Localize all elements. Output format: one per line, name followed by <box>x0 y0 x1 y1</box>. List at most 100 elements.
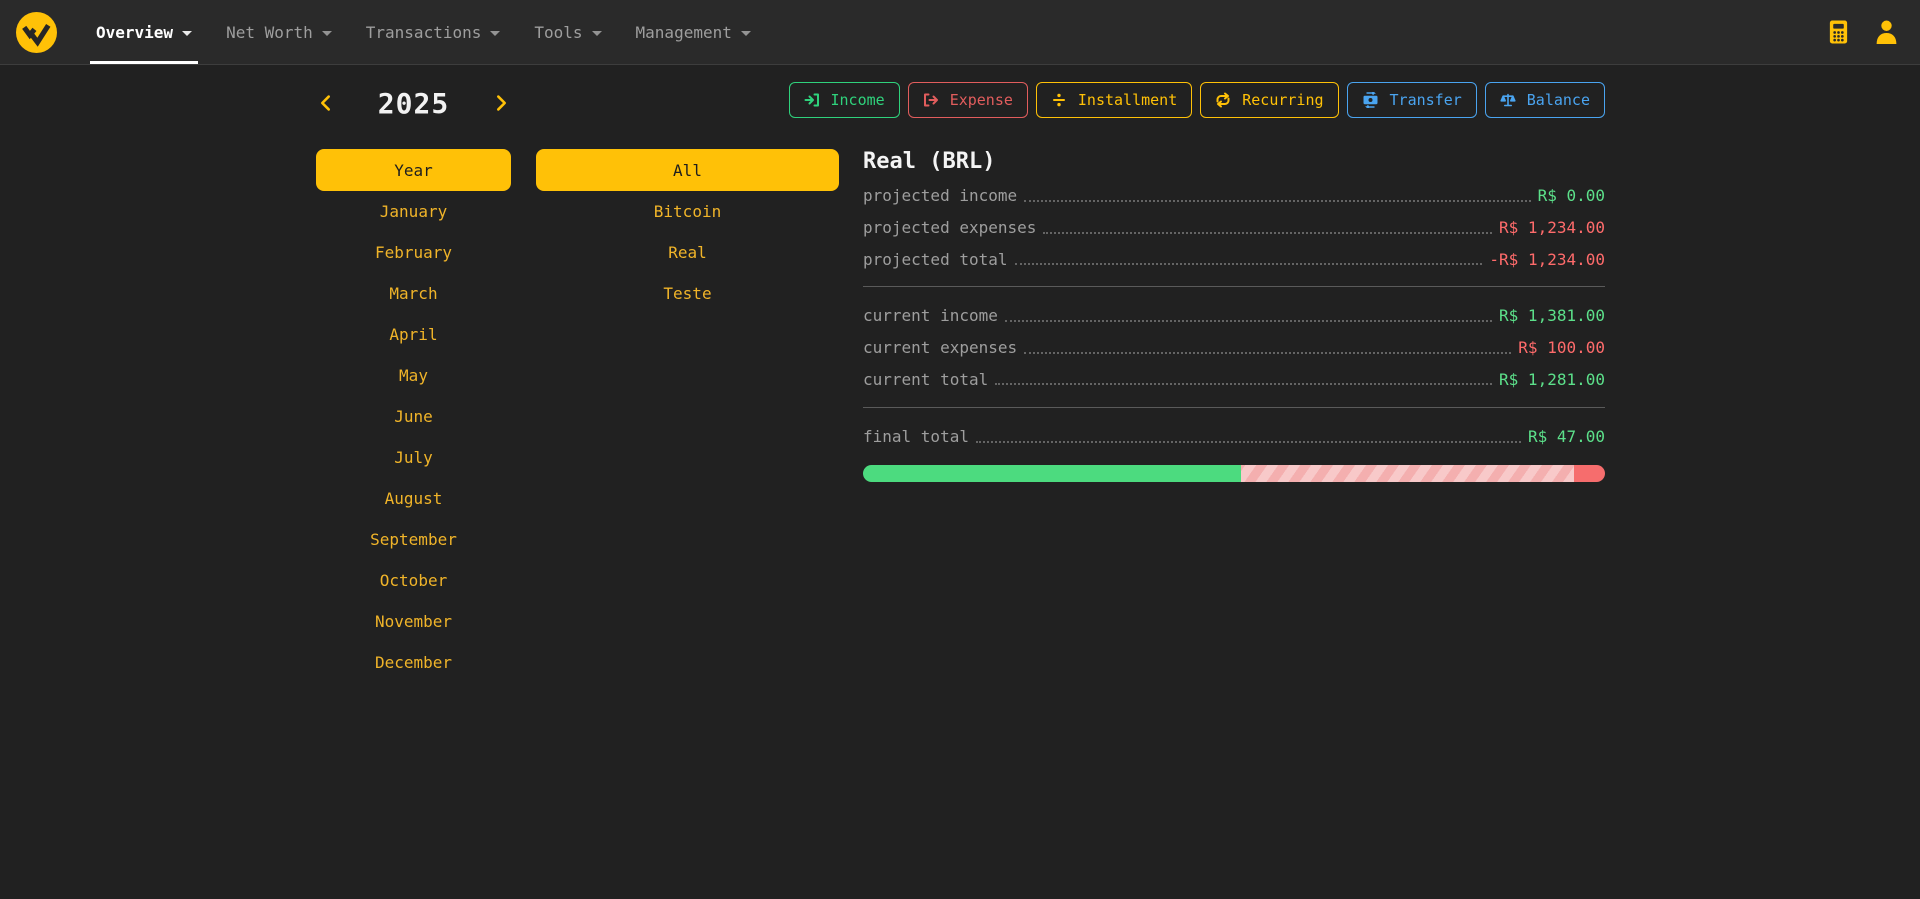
dotted-leader <box>995 383 1492 385</box>
row-label: current total <box>863 370 988 389</box>
expense-button-label: Expense <box>950 91 1013 109</box>
account-summary-panel: Income Expense Installment Recurring <box>863 82 1605 482</box>
month-october[interactable]: October <box>380 571 447 590</box>
summary-row-current-income: current income R$ 1,381.00 <box>863 300 1605 332</box>
projected-rows: projected income R$ 0.00 projected expen… <box>863 180 1605 275</box>
nav-net-worth-label: Net Worth <box>226 23 313 42</box>
income-button-label: Income <box>831 91 885 109</box>
nav-management-label: Management <box>636 23 732 42</box>
section-divider <box>863 286 1605 287</box>
current-rows: current income R$ 1,381.00 current expen… <box>863 300 1605 395</box>
month-september[interactable]: September <box>370 530 457 549</box>
dotted-leader <box>1024 352 1511 354</box>
nav-tools-label: Tools <box>534 23 582 42</box>
month-august[interactable]: August <box>385 489 443 508</box>
installment-button-label: Installment <box>1078 91 1177 109</box>
summary-title: Real (BRL) <box>863 149 1605 175</box>
nav-net-worth[interactable]: Net Worth <box>209 0 349 64</box>
year-button[interactable]: Year <box>316 149 511 191</box>
row-value: R$ 100.00 <box>1518 338 1605 357</box>
money-transfer-icon <box>1362 92 1379 108</box>
nav-tools[interactable]: Tools <box>517 0 618 64</box>
year-navigator: 2025 <box>316 85 511 121</box>
chevron-down-icon <box>322 31 332 36</box>
top-navbar: Overview Net Worth Transactions Tools Ma… <box>0 0 1920 65</box>
row-label: current income <box>863 306 998 325</box>
month-june[interactable]: June <box>394 407 433 426</box>
accounts-list: Bitcoin Real Teste <box>536 191 839 314</box>
progress-segment-income <box>863 465 1241 482</box>
recurring-button[interactable]: Recurring <box>1200 82 1338 118</box>
row-value: R$ 47.00 <box>1528 427 1605 446</box>
row-value: R$ 1,381.00 <box>1499 306 1605 325</box>
chevron-down-icon <box>741 31 751 36</box>
nav-overview-label: Overview <box>96 23 173 42</box>
calculator-icon[interactable] <box>1827 18 1850 46</box>
months-column: Year January February March April May Ju… <box>316 149 511 683</box>
right-from-bracket-icon <box>923 92 939 108</box>
row-label: final total <box>863 427 969 446</box>
repeat-icon <box>1215 92 1231 108</box>
summary-row-current-expenses: current expenses R$ 100.00 <box>863 332 1605 364</box>
recurring-button-label: Recurring <box>1242 91 1323 109</box>
chevron-down-icon <box>592 31 602 36</box>
row-value: R$ 1,281.00 <box>1499 370 1605 389</box>
row-label: projected income <box>863 186 1017 205</box>
user-icon[interactable] <box>1875 19 1898 45</box>
month-november[interactable]: November <box>375 612 452 631</box>
installment-button[interactable]: Installment <box>1036 82 1192 118</box>
nav-overview[interactable]: Overview <box>79 0 209 64</box>
progress-segment-expense <box>1574 465 1605 482</box>
month-december[interactable]: December <box>375 653 452 672</box>
account-real[interactable]: Real <box>668 243 707 262</box>
month-february[interactable]: February <box>375 243 452 262</box>
navbar-right-actions <box>1827 18 1906 46</box>
all-accounts-button[interactable]: All <box>536 149 839 191</box>
expense-button[interactable]: Expense <box>908 82 1028 118</box>
account-teste[interactable]: Teste <box>663 284 711 303</box>
month-april[interactable]: April <box>389 325 437 344</box>
nav-transactions[interactable]: Transactions <box>349 0 518 64</box>
summary-row-projected-expenses: projected expenses R$ 1,234.00 <box>863 212 1605 244</box>
row-value: R$ 0.00 <box>1538 186 1605 205</box>
month-may[interactable]: May <box>399 366 428 385</box>
income-button[interactable]: Income <box>789 82 900 118</box>
section-divider <box>863 407 1605 408</box>
transfer-button-label: Transfer <box>1390 91 1462 109</box>
active-tab-underline <box>90 61 198 64</box>
transaction-action-buttons: Income Expense Installment Recurring <box>863 82 1605 118</box>
nav-transactions-label: Transactions <box>366 23 482 42</box>
dotted-leader <box>1015 263 1483 265</box>
chevron-down-icon <box>490 31 500 36</box>
month-january[interactable]: January <box>380 202 447 221</box>
transfer-button[interactable]: Transfer <box>1347 82 1477 118</box>
row-label: projected expenses <box>863 218 1036 237</box>
dotted-leader <box>1043 232 1492 234</box>
summary-row-projected-income: projected income R$ 0.00 <box>863 180 1605 212</box>
income-expense-progress-bar <box>863 465 1605 482</box>
account-bitcoin[interactable]: Bitcoin <box>654 202 721 221</box>
row-label: projected total <box>863 250 1008 269</box>
month-july[interactable]: July <box>394 448 433 467</box>
right-to-bracket-icon <box>804 92 820 108</box>
month-march[interactable]: March <box>389 284 437 303</box>
row-value: -R$ 1,234.00 <box>1489 250 1605 269</box>
row-value: R$ 1,234.00 <box>1499 218 1605 237</box>
months-list: January February March April May June Ju… <box>316 191 511 683</box>
current-year-label: 2025 <box>378 87 449 120</box>
chevron-right-icon[interactable] <box>492 92 511 114</box>
dotted-leader <box>1005 320 1492 322</box>
balance-button[interactable]: Balance <box>1485 82 1605 118</box>
period-selector-panel: 2025 Year January February March April M… <box>316 85 839 683</box>
app-logo-icon[interactable] <box>16 12 57 53</box>
row-label: current expenses <box>863 338 1017 357</box>
final-rows: final total R$ 47.00 <box>863 421 1605 453</box>
dotted-leader <box>1024 200 1530 202</box>
chevron-left-icon[interactable] <box>316 92 335 114</box>
summary-row-final-total: final total R$ 47.00 <box>863 421 1605 453</box>
main-menu: Overview Net Worth Transactions Tools Ma… <box>79 0 768 64</box>
accounts-column: All Bitcoin Real Teste <box>536 149 839 683</box>
nav-management[interactable]: Management <box>619 0 768 64</box>
dotted-leader <box>976 441 1521 443</box>
divide-icon <box>1051 92 1067 108</box>
